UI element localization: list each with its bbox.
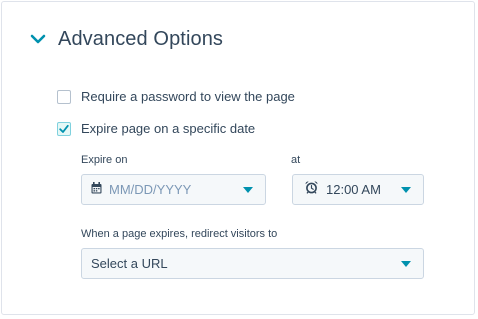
- checkmark-icon: [59, 124, 69, 133]
- expire-time-select[interactable]: 12:00 AM: [292, 174, 424, 205]
- expire-at-label: at: [291, 154, 301, 166]
- advanced-options-panel: Advanced Options Require a password to v…: [1, 1, 475, 315]
- expire-date-placeholder: MM/DD/YYYY: [109, 182, 192, 197]
- redirect-label: When a page expires, redirect visitors t…: [81, 228, 278, 240]
- chevron-down-icon: [401, 261, 411, 267]
- redirect-url-select[interactable]: Select a URL: [81, 248, 424, 279]
- expire-option[interactable]: Expire page on a specific date: [57, 121, 255, 136]
- chevron-down-icon: [243, 187, 253, 193]
- redirect-url-placeholder: Select a URL: [91, 256, 168, 271]
- alarm-clock-icon: [305, 181, 318, 199]
- calendar-icon: [91, 181, 102, 199]
- section-title: Advanced Options: [58, 27, 224, 50]
- expire-time-value: 12:00 AM: [326, 182, 381, 197]
- chevron-down-icon: [401, 187, 411, 193]
- advanced-options-toggle[interactable]: Advanced Options: [30, 26, 223, 52]
- chevron-down-icon: [30, 33, 46, 45]
- expire-date-picker[interactable]: MM/DD/YYYY: [81, 174, 266, 205]
- password-option-label: Require a password to view the page: [81, 89, 295, 104]
- password-option[interactable]: Require a password to view the page: [57, 89, 295, 104]
- password-checkbox[interactable]: [57, 89, 71, 104]
- expire-on-label: Expire on: [81, 154, 128, 166]
- expire-checkbox[interactable]: [57, 121, 71, 136]
- expire-option-label: Expire page on a specific date: [81, 121, 256, 136]
